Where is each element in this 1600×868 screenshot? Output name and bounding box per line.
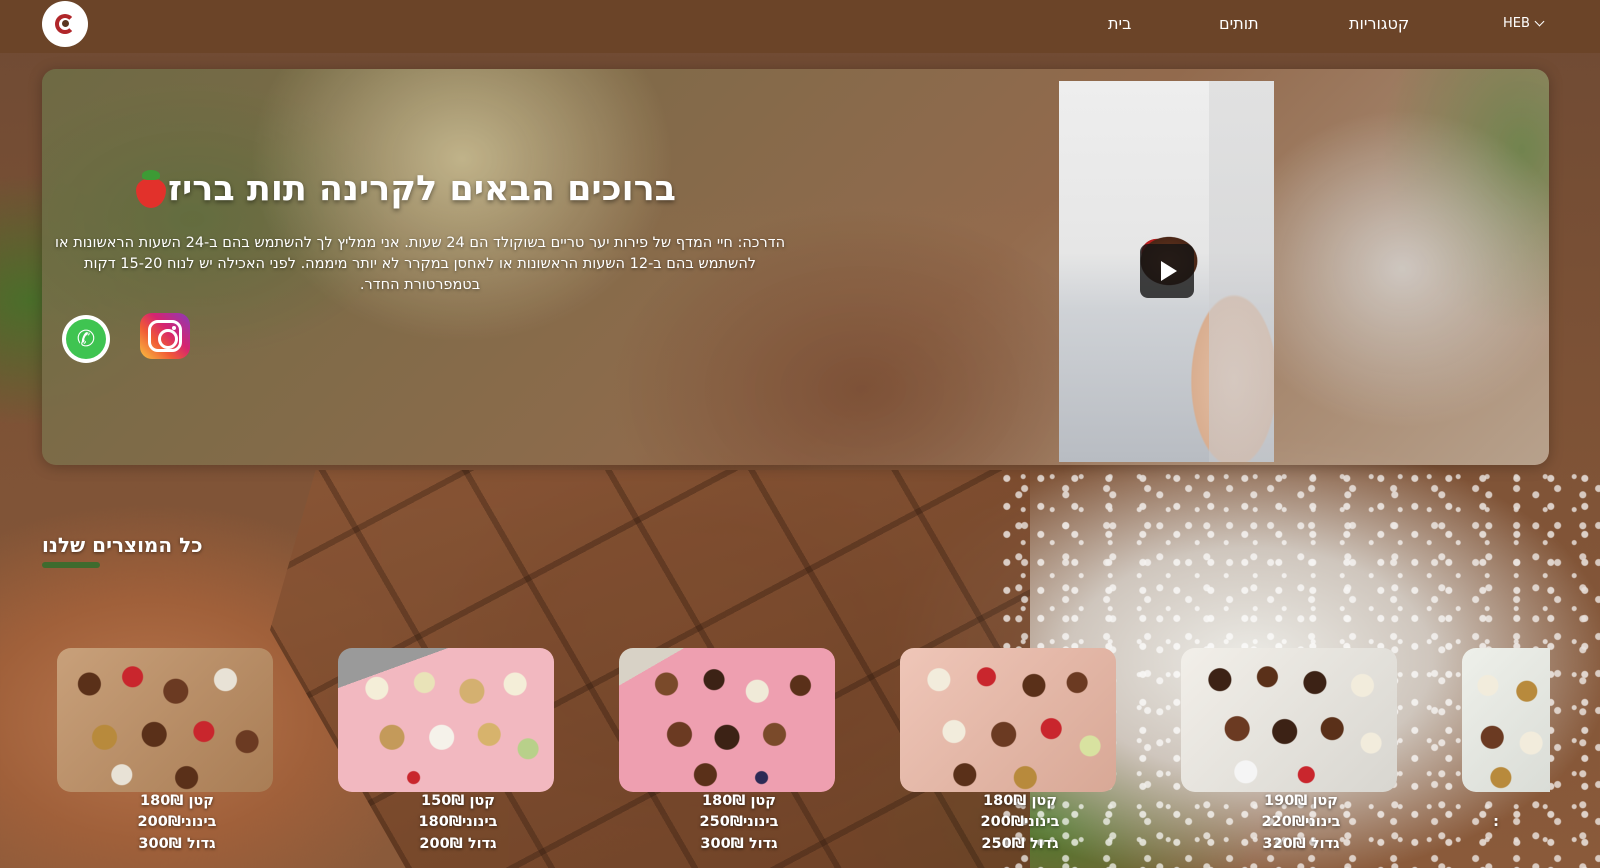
product-photo: [900, 648, 1116, 792]
product-image[interactable]: [900, 648, 1116, 792]
video-player[interactable]: [1059, 81, 1274, 462]
product-photo: [619, 648, 835, 792]
language-label: HEB: [1503, 16, 1530, 31]
price-medium: :: [1493, 814, 1499, 830]
nav-item-categories[interactable]: קטגוריות: [1349, 14, 1409, 33]
price-small: קטן 180₪: [983, 793, 1057, 809]
product-image[interactable]: [619, 648, 835, 792]
product-card[interactable]: קטן 180₪ בינוני200₪ גדול 250₪: [900, 648, 1116, 868]
instagram-icon[interactable]: [140, 313, 190, 359]
nav-item-home[interactable]: בית: [1108, 14, 1131, 33]
product-image[interactable]: [57, 648, 273, 792]
section-title: כל המוצרים שלנו: [42, 533, 203, 557]
price-large: גדול 250₪: [981, 836, 1059, 852]
play-button[interactable]: [1140, 244, 1194, 298]
price-large: גדול 300₪: [700, 836, 778, 852]
hero-description: הדרכה: חיי המדף של פירות יער טריים בשוקו…: [54, 235, 786, 293]
price-small: קטן 150₪: [421, 793, 495, 809]
product-image[interactable]: [1462, 648, 1550, 792]
product-image[interactable]: [1181, 648, 1397, 792]
product-card[interactable]: :: [1462, 648, 1550, 868]
product-image[interactable]: [338, 648, 554, 792]
product-card[interactable]: קטן 190₪ בינוני220₪ גדול 320₪: [1181, 648, 1397, 868]
hero-title: ברוכים הבאים לקרינה תות בריז: [56, 169, 676, 209]
price-small: קטן 180₪: [140, 793, 214, 809]
nav-item-strawberries[interactable]: תותים: [1219, 14, 1259, 33]
product-photo: [1462, 648, 1550, 792]
product-card[interactable]: קטן 150₪ בינוני180₪ גדול 200₪: [338, 648, 554, 868]
price-medium: בינוני200₪: [980, 814, 1060, 830]
play-icon: [1161, 261, 1177, 281]
product-carousel: קטן 180₪ בינוני200₪ גדול 300₪ קטן 150₪ ב…: [0, 648, 1550, 868]
hero-title-text: ברוכים הבאים לקרינה תות בריז: [167, 169, 676, 209]
header: בית תותים קטגוריות HEB: [0, 0, 1600, 53]
strawberry-icon: [134, 170, 168, 208]
language-selector[interactable]: HEB: [1503, 16, 1545, 31]
price-medium: בינוני200₪: [137, 814, 217, 830]
instagram-glyph: [148, 320, 182, 352]
product-card[interactable]: קטן 180₪ בינוני200₪ גדול 300₪: [57, 648, 273, 868]
chevron-down-icon: [1534, 16, 1545, 27]
price-medium: בינוני180₪: [418, 814, 498, 830]
price-large: גדול 320₪: [1262, 836, 1340, 852]
section-title-underline: [42, 562, 100, 568]
product-photo: [338, 648, 554, 792]
hero-card: ברוכים הבאים לקרינה תות בריז הדרכה: חיי …: [42, 69, 1549, 465]
site-logo[interactable]: [42, 1, 88, 47]
product-photo: [1181, 648, 1397, 792]
price-small: קטן 180₪: [702, 793, 776, 809]
whatsapp-icon[interactable]: ✆: [62, 315, 110, 363]
whatsapp-glyph: ✆: [66, 319, 106, 359]
product-card[interactable]: קטן 180₪ בינוני250₪ גדול 300₪: [619, 648, 835, 868]
product-photo: [57, 648, 273, 792]
logo-icon: [55, 14, 75, 34]
price-medium: בינוני250₪: [699, 814, 779, 830]
price-large: גדול 300₪: [138, 836, 216, 852]
price-large: גדול 200₪: [419, 836, 497, 852]
price-small: קטן 190₪: [1264, 793, 1338, 809]
